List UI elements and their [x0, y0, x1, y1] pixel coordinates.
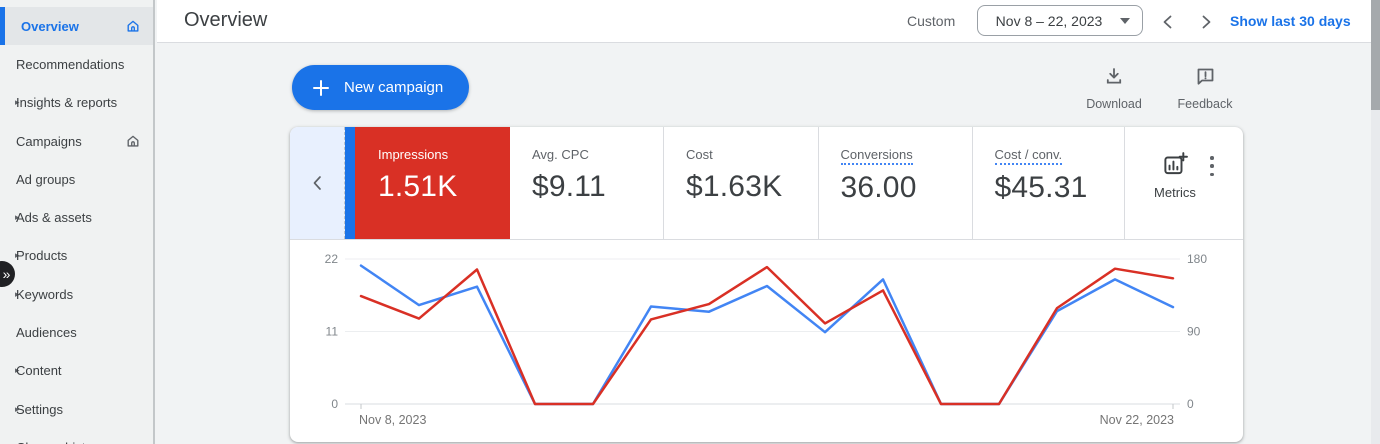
sidebar-item-change-history[interactable]: ▸ Change history — [0, 428, 153, 444]
expand-arrow-icon: ▸ — [0, 365, 16, 376]
sidebar-item-label: Recommendations — [16, 57, 153, 72]
metric-label: Cost — [686, 147, 713, 162]
dropdown-caret-icon — [1120, 18, 1130, 24]
sidebar-item-label: Ads & assets — [16, 210, 153, 225]
download-label: Download — [1079, 97, 1149, 111]
metric-value: $1.63K — [686, 170, 818, 204]
chart-options-menu-button[interactable] — [1204, 155, 1220, 177]
scroll-metrics-left-button[interactable] — [290, 127, 345, 239]
sidebar-item-label: Ad groups — [16, 172, 153, 187]
metric-cards-row: Impressions 1.51K Avg. CPC $9.11 Cost $1… — [290, 127, 1243, 240]
previous-date-range-button[interactable] — [1157, 11, 1179, 33]
sidebar-item-products[interactable]: ▸ Products — [0, 237, 153, 275]
page-header: Overview Custom Nov 8 – 22, 2023 Show la… — [157, 0, 1380, 43]
next-date-range-button[interactable] — [1195, 11, 1217, 33]
sidebar-item-ads-assets[interactable]: ▸ Ads & assets — [0, 198, 153, 236]
metric-value: $9.11 — [532, 170, 663, 204]
sidebar-item-content[interactable]: ▸ Content — [0, 352, 153, 390]
metric-card-impressions[interactable]: Impressions 1.51K — [345, 127, 510, 239]
new-campaign-button[interactable]: New campaign — [292, 65, 469, 110]
left-axis-tick-label: 22 — [325, 252, 339, 266]
scrollbar-thumb[interactable] — [1371, 0, 1380, 110]
chevron-right-icon — [1199, 14, 1213, 30]
metric-label: Cost / conv. — [995, 147, 1063, 165]
date-range-value: Nov 8 – 22, 2023 — [978, 13, 1120, 29]
kebab-dot — [1210, 173, 1214, 177]
sidebar-item-label: Campaigns — [16, 134, 82, 149]
feedback-button[interactable]: Feedback — [1170, 66, 1240, 111]
sidebar-item-label: Insights & reports — [16, 95, 153, 110]
sidebar-item-settings[interactable]: ▸ Settings — [0, 390, 153, 428]
metric-card-cost-per-conv[interactable]: Cost / conv. $45.31 — [973, 127, 1126, 239]
metric-value: 1.51K — [378, 170, 510, 204]
right-axis-tick-label: 180 — [1187, 252, 1207, 266]
metric-label: Avg. CPC — [532, 147, 589, 162]
metric-card-conversions[interactable]: Conversions 36.00 — [819, 127, 973, 239]
metrics-button-label: Metrics — [1147, 185, 1203, 200]
expand-arrow-icon: ▸ — [0, 404, 16, 415]
page-title: Overview — [184, 9, 267, 32]
adjust-metrics-button[interactable]: Metrics — [1147, 151, 1203, 200]
sidebar-item-label: Change history — [16, 440, 153, 444]
download-icon — [1104, 66, 1124, 86]
expand-arrow-icon: ▸ — [0, 212, 16, 223]
sidebar-item-label: Overview — [21, 19, 79, 34]
new-campaign-label: New campaign — [344, 79, 443, 96]
sidebar-item-label: Audiences — [16, 325, 153, 340]
metrics-controls: Metrics — [1125, 127, 1243, 239]
left-axis-tick-label: 0 — [331, 397, 338, 411]
sidebar-item-label: Content — [16, 363, 153, 378]
metric-card-cost[interactable]: Cost $1.63K — [664, 127, 819, 239]
sidebar-item-overview[interactable]: ▸ Overview — [0, 7, 153, 45]
google-ads-overview-page: ▸ Overview ▸ Recommendations ▸ Insights … — [0, 0, 1380, 444]
plus-icon — [312, 79, 330, 97]
date-range-selector[interactable]: Nov 8 – 22, 2023 — [977, 5, 1143, 36]
kebab-dot — [1210, 156, 1214, 160]
series-line-left — [361, 266, 1173, 404]
download-button[interactable]: Download — [1079, 66, 1149, 111]
performance-line-chart[interactable]: 0 11 22 0 90 180 Nov 8, 2023 Nov 22, 2023 — [290, 240, 1243, 442]
sidebar-nav: ▸ Overview ▸ Recommendations ▸ Insights … — [0, 0, 155, 444]
sidebar-item-recommendations[interactable]: ▸ Recommendations — [0, 45, 153, 83]
sidebar-item-label: Settings — [16, 402, 153, 417]
date-mode-label: Custom — [907, 13, 955, 29]
expand-arrow-icon: ▸ — [0, 289, 16, 300]
sidebar-item-ad-groups[interactable]: ▸ Ad groups — [0, 160, 153, 198]
sidebar-item-label: Keywords — [16, 287, 153, 302]
series-line-right — [361, 267, 1173, 404]
overview-chart-card: Impressions 1.51K Avg. CPC $9.11 Cost $1… — [290, 127, 1243, 442]
kebab-dot — [1210, 164, 1214, 168]
add-chart-icon — [1162, 151, 1188, 177]
right-axis-tick-label: 0 — [1187, 397, 1194, 411]
feedback-label: Feedback — [1170, 97, 1240, 111]
chevron-left-icon — [310, 174, 325, 192]
sidebar-item-keywords[interactable]: ▸ Keywords — [0, 275, 153, 313]
expand-arrow-icon: ▸ — [0, 250, 16, 261]
home-icon — [125, 18, 141, 34]
metric-label: Conversions — [841, 147, 913, 165]
feedback-icon — [1195, 66, 1216, 86]
sidebar-item-label: Products — [16, 248, 153, 263]
metric-value: 36.00 — [841, 171, 972, 205]
home-icon — [125, 133, 141, 149]
x-axis-end-label: Nov 22, 2023 — [1100, 413, 1174, 427]
expand-arrow-icon: ▸ — [0, 97, 16, 108]
chevron-left-icon — [1161, 14, 1175, 30]
sidebar-item-campaigns[interactable]: ▸ Campaigns — [0, 122, 153, 160]
double-chevron-icon: » — [3, 266, 11, 282]
left-axis-tick-label: 11 — [326, 325, 339, 339]
metric-card-avg-cpc[interactable]: Avg. CPC $9.11 — [510, 127, 664, 239]
metric-label: Impressions — [378, 147, 448, 162]
x-axis-start-label: Nov 8, 2023 — [359, 413, 426, 427]
sidebar-item-insights-reports[interactable]: ▸ Insights & reports — [0, 84, 153, 122]
vertical-scrollbar[interactable] — [1371, 0, 1380, 444]
sidebar-item-audiences[interactable]: ▸ Audiences — [0, 313, 153, 351]
right-axis-tick-label: 90 — [1187, 325, 1201, 339]
show-last-30-days-link[interactable]: Show last 30 days — [1230, 13, 1351, 29]
metric-value: $45.31 — [995, 171, 1125, 205]
